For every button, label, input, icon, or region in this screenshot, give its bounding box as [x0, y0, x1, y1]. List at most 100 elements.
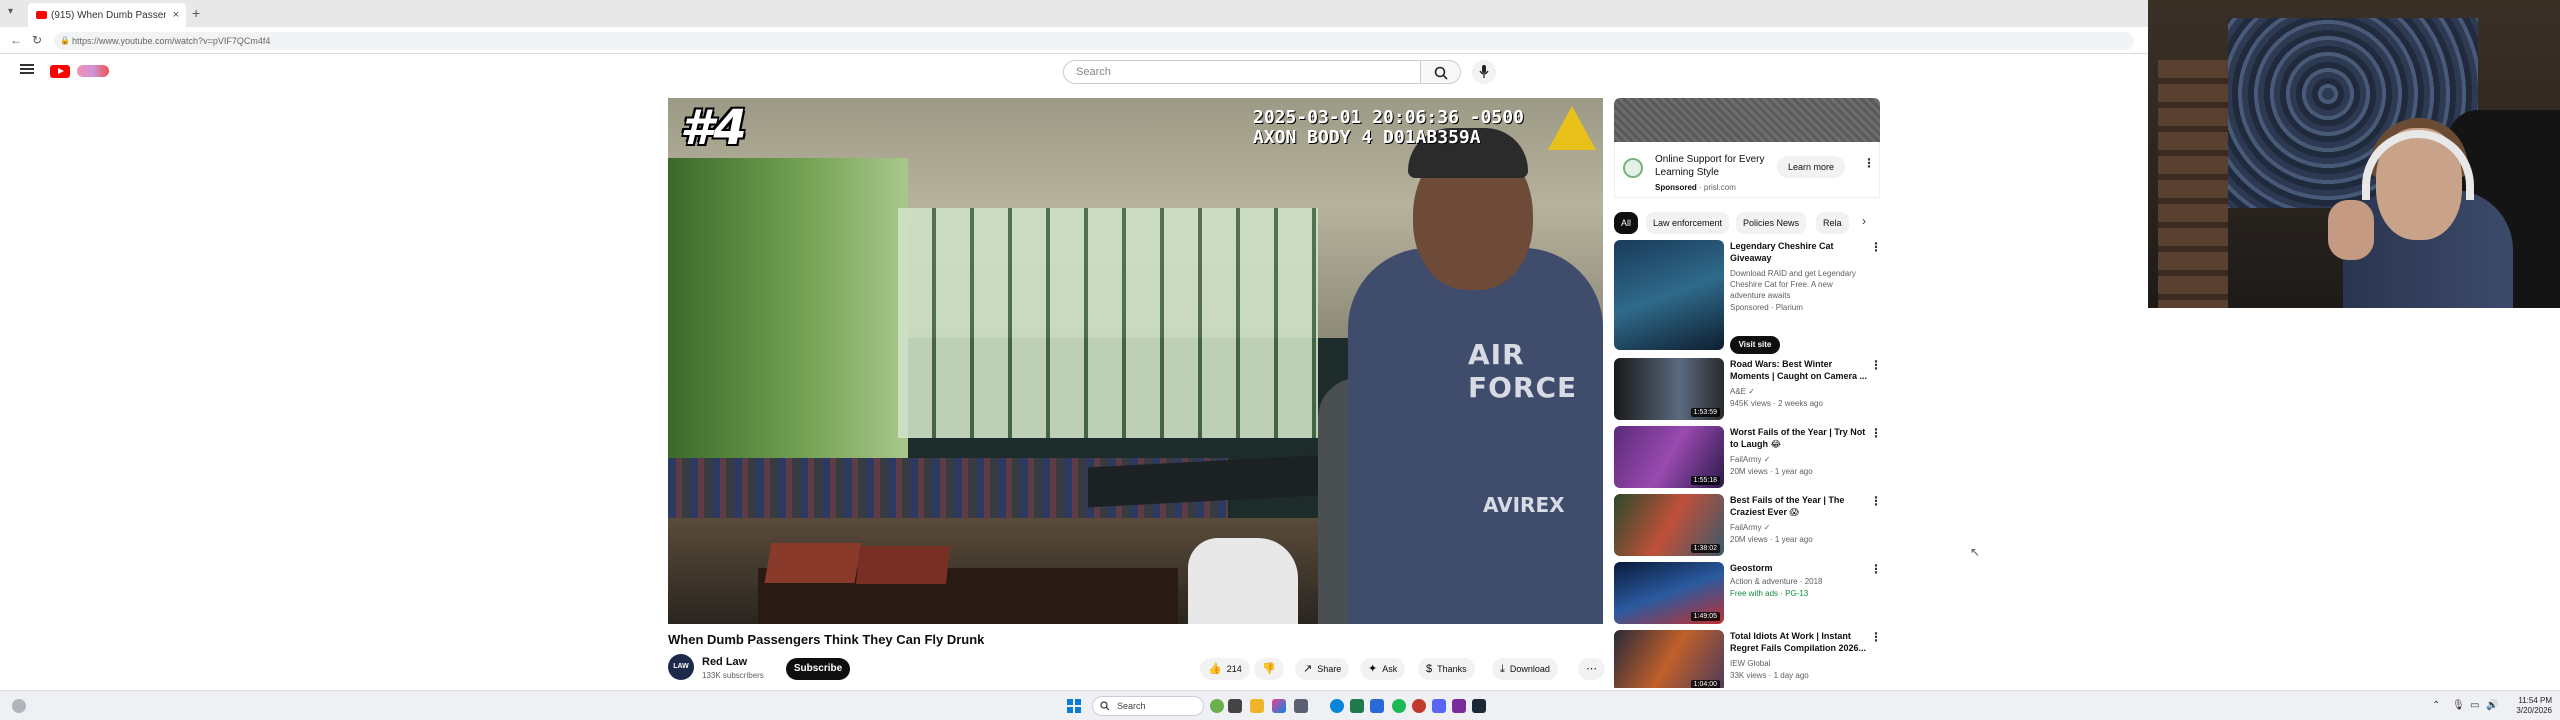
chevron-right-icon[interactable]: › — [1862, 214, 1866, 228]
recommendation-title[interactable]: Total Idiots At Work | Instant Regret Fa… — [1730, 630, 1868, 654]
video-thumbnail[interactable]: 1:55:18 — [1614, 426, 1724, 488]
video-duration: 1:38:02 — [1690, 544, 1720, 553]
recommendation-channel[interactable]: IEW Global — [1730, 658, 1870, 669]
url-field[interactable]: 🔒 https://www.youtube.com/watch?v=pVIF7Q… — [54, 32, 2134, 50]
chip-policies-news[interactable]: Policies News — [1736, 212, 1807, 234]
video-thumbnail[interactable]: 1:38:02 — [1614, 494, 1724, 556]
recommendation-channel[interactable]: A&E ✓ — [1730, 386, 1870, 397]
edge-browser-icon[interactable] — [1330, 699, 1344, 713]
video-thumbnail[interactable]: 1:49:05 — [1614, 562, 1724, 624]
copilot-icon[interactable] — [1272, 699, 1286, 713]
video-thumbnail[interactable]: 1:04:00 — [1614, 630, 1724, 688]
video-title: When Dumb Passengers Think They Can Fly … — [668, 632, 985, 647]
recommendation-item[interactable]: 1:38:02 Best Fails of the Year | The Cra… — [1614, 494, 1882, 558]
video-overlay-rank: #4 — [680, 100, 747, 156]
recommendation-channel[interactable]: FailArmy ✓ — [1730, 522, 1870, 533]
recommendation-title[interactable]: Geostorm — [1730, 562, 1868, 574]
recommendation-title[interactable]: Best Fails of the Year | The Craziest Ev… — [1730, 494, 1868, 518]
recommendation-menu-icon[interactable]: ⋮ — [1870, 495, 1882, 507]
chrome-icon[interactable] — [1412, 699, 1426, 713]
recommendation-item[interactable]: 1:53:59 Road Wars: Best Winter Moments |… — [1614, 358, 1882, 422]
ad-card[interactable]: Online Support for Every Learning Style … — [1614, 142, 1880, 198]
chip-all[interactable]: All — [1614, 212, 1639, 234]
recommendation-menu-icon[interactable]: ⋮ — [1870, 427, 1882, 439]
video-frame-bag — [1188, 538, 1298, 624]
new-tab-button[interactable]: + — [192, 5, 200, 21]
search-input[interactable]: Search — [1063, 60, 1421, 84]
tray-chevron-icon[interactable]: ⌃ — [2432, 700, 2440, 711]
ask-label: Ask — [1382, 664, 1398, 674]
like-count: 214 — [1226, 664, 1242, 674]
channel-name[interactable]: Red Law — [702, 656, 747, 668]
video-thumbnail[interactable]: 1:53:59 — [1614, 358, 1724, 420]
advertiser-logo-icon — [1623, 158, 1643, 178]
microphone-tray-icon[interactable]: 🎙 — [2452, 700, 2465, 711]
learn-more-button[interactable]: Learn more — [1777, 156, 1845, 178]
ad-menu-icon[interactable]: ⋮ — [1863, 157, 1875, 169]
recommendation-title[interactable]: Road Wars: Best Winter Moments | Caught … — [1730, 358, 1868, 382]
store-icon[interactable] — [1294, 699, 1308, 713]
recommendation-menu-icon[interactable]: ⋮ — [1870, 359, 1882, 371]
widgets-icon[interactable] — [1210, 699, 1224, 713]
dislike-button[interactable]: 👎 — [1254, 658, 1284, 680]
tab-close-icon[interactable]: × — [170, 9, 182, 21]
volume-icon[interactable]: 🔊 — [2486, 700, 2498, 711]
share-button[interactable]: ↗ Share — [1295, 658, 1350, 680]
ask-button[interactable]: ✦ Ask — [1360, 658, 1406, 680]
search-icon — [1100, 701, 1110, 711]
chip-related[interactable]: Rela — [1816, 212, 1849, 234]
windows-start-icon[interactable] — [1067, 699, 1081, 713]
recommendation-stats: 33K views · 1 day ago — [1730, 671, 1809, 680]
visit-site-button[interactable]: Visit site — [1730, 336, 1780, 354]
recommendation-movie[interactable]: 1:49:05 Geostorm Action & adventure · 20… — [1614, 562, 1882, 626]
reload-icon[interactable]: ↻ — [32, 33, 42, 47]
recommendation-menu-icon[interactable]: ⋮ — [1870, 241, 1882, 253]
spotify-icon[interactable] — [1392, 699, 1406, 713]
recommendation-channel[interactable]: FailArmy ✓ — [1730, 454, 1870, 465]
youtube-logo-icon[interactable] — [50, 65, 70, 78]
voice-search-button[interactable] — [1472, 60, 1496, 84]
youtube-doodle[interactable] — [77, 65, 109, 77]
recommendation-sponsored[interactable]: Legendary Cheshire Cat Giveaway Download… — [1614, 240, 1882, 354]
webcam-person-hand — [2328, 200, 2374, 260]
more-actions-button[interactable]: ⋯ — [1578, 658, 1605, 680]
menu-icon[interactable] — [20, 64, 34, 74]
excel-icon[interactable] — [1350, 699, 1364, 713]
recommendation-title[interactable]: Worst Fails of the Year | Try Not to Lau… — [1730, 426, 1868, 450]
obs-icon[interactable] — [1452, 699, 1466, 713]
channel-avatar[interactable]: LAW — [668, 654, 694, 680]
thanks-button[interactable]: $ Thanks — [1418, 658, 1475, 680]
taskbar-search[interactable]: Search — [1092, 696, 1204, 716]
taskbar-search-label: Search — [1117, 701, 1146, 711]
recommendation-item[interactable]: 1:04:00 Total Idiots At Work | Instant R… — [1614, 630, 1880, 688]
outlook-icon[interactable] — [1370, 699, 1384, 713]
recommendation-stats: 945K views · 2 weeks ago — [1730, 399, 1823, 408]
download-button[interactable]: ⤓ Download — [1492, 658, 1558, 680]
file-explorer-icon[interactable] — [1250, 699, 1264, 713]
recommendation-title[interactable]: Legendary Cheshire Cat Giveaway — [1730, 240, 1868, 264]
recommendation-menu-icon[interactable]: ⋮ — [1870, 631, 1880, 643]
back-icon[interactable]: ← — [10, 33, 22, 47]
browser-tab-active[interactable]: (915) When Dumb Passengers Think They Ca… — [28, 3, 186, 27]
steam-icon[interactable] — [1472, 699, 1486, 713]
ad-title: Online Support for Every Learning Style — [1655, 154, 1765, 178]
recommendation-description: Download RAID and get Legendary Cheshire… — [1730, 269, 1856, 300]
video-thumbnail[interactable] — [1614, 240, 1724, 350]
like-button[interactable]: 👍 214 — [1200, 658, 1250, 680]
video-player[interactable]: AIR FORCE AVIREX #4 2025-03-01 20:06:36 … — [668, 98, 1603, 624]
taskbar-clock[interactable]: 11:54 PM 3/20/2026 — [2508, 696, 2552, 716]
sparkle-icon: ✦ — [1368, 663, 1378, 675]
search-button[interactable] — [1421, 60, 1461, 84]
recommendation-item[interactable]: 1:55:18 Worst Fails of the Year | Try No… — [1614, 426, 1882, 490]
video-frame-person — [1348, 248, 1603, 624]
weather-icon[interactable] — [12, 699, 26, 713]
discord-icon[interactable] — [1432, 699, 1446, 713]
task-view-icon[interactable] — [1228, 699, 1242, 713]
recommendation-menu-icon[interactable]: ⋮ — [1870, 563, 1882, 575]
network-icon[interactable]: ▭ — [2470, 700, 2479, 711]
chip-law-enforcement[interactable]: Law enforcement — [1646, 212, 1730, 234]
subscribe-button[interactable]: Subscribe — [786, 658, 850, 680]
tab-list-icon[interactable]: ▾ — [8, 6, 13, 17]
ad-domain: prisl.com — [1703, 183, 1736, 192]
ad-banner-image[interactable] — [1614, 98, 1880, 142]
